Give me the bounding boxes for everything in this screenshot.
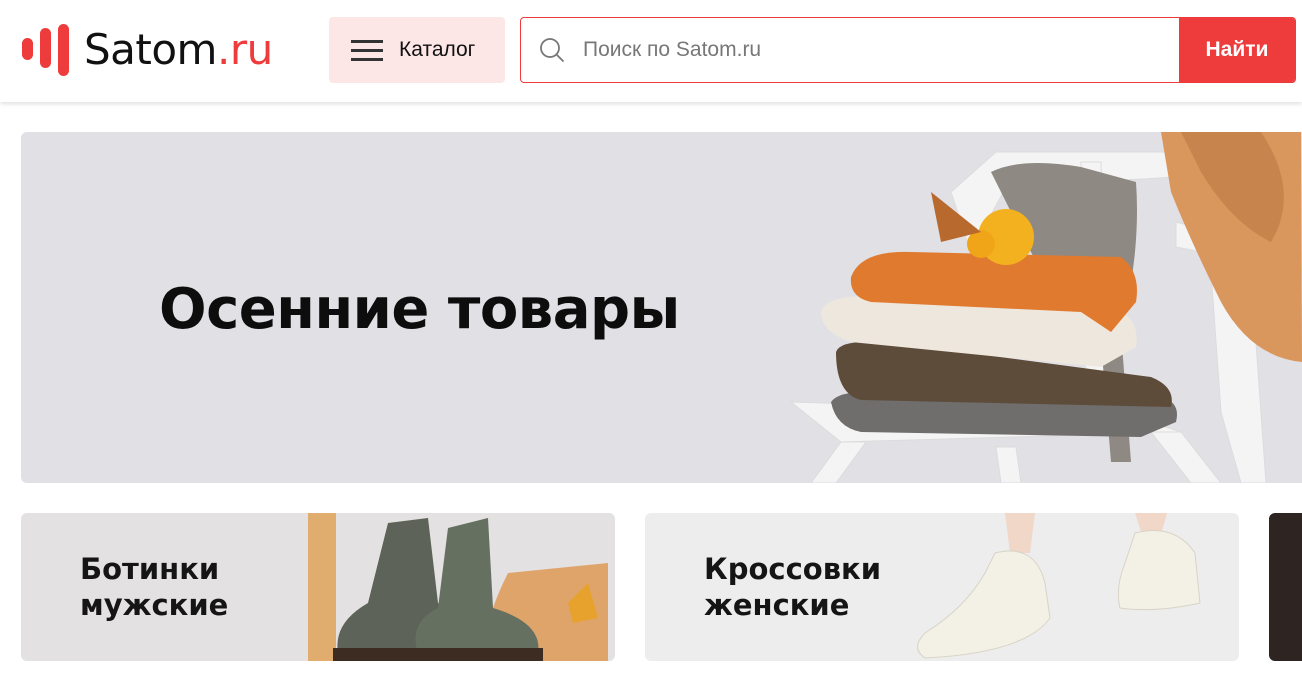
hero-banner[interactable]: Осенние товары xyxy=(21,132,1302,483)
card-image-boots xyxy=(308,513,608,661)
category-card-boots[interactable]: Ботинки мужские xyxy=(21,513,615,661)
menu-icon xyxy=(351,40,383,61)
logo-bars-icon xyxy=(22,22,74,76)
category-card-sneakers[interactable]: Кроссовки женские xyxy=(645,513,1239,661)
search-button[interactable]: Найти xyxy=(1179,18,1295,82)
catalog-button[interactable]: Каталог xyxy=(329,17,505,83)
search-bar: Найти xyxy=(520,17,1296,83)
hero-title: Осенние товары xyxy=(159,277,680,342)
hero-image-autumn-clothes xyxy=(789,132,1302,483)
site-logo[interactable]: Satom.ru xyxy=(22,22,273,76)
category-card-partial[interactable] xyxy=(1269,513,1302,661)
logo-text: Satom.ru xyxy=(84,24,273,74)
search-icon xyxy=(521,18,583,82)
card-title: Кроссовки женские xyxy=(704,552,882,622)
card-image-sneakers xyxy=(917,513,1201,659)
search-input[interactable] xyxy=(583,18,1179,82)
site-header: Satom.ru Каталог Найти xyxy=(0,0,1302,102)
card-title: Ботинки мужские xyxy=(80,552,229,622)
catalog-label: Каталог xyxy=(399,38,476,61)
